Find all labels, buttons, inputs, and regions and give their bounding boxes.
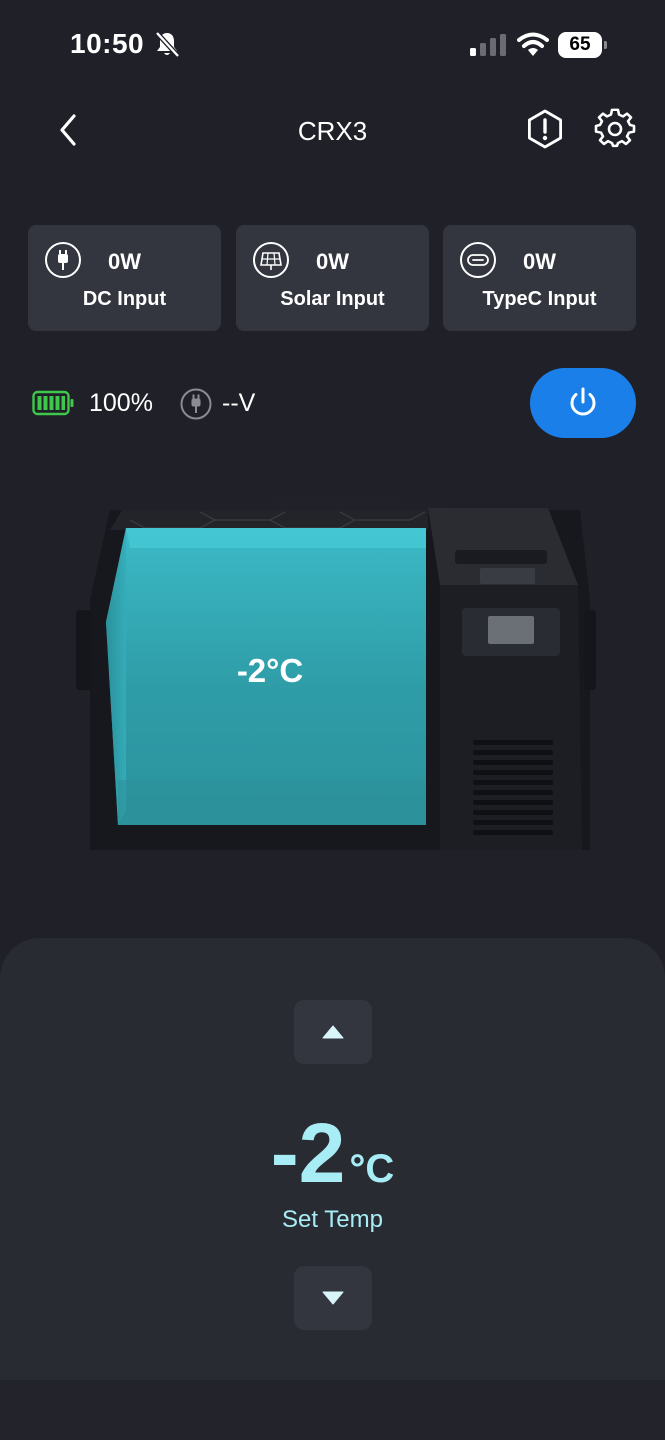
battery-percent: 100% <box>89 389 153 417</box>
battery-full-icon <box>32 390 74 416</box>
status-bar: 10:50 65 <box>0 0 665 90</box>
triangle-up-icon <box>322 1025 344 1039</box>
typec-input-label: TypeC Input <box>482 288 597 310</box>
voltage-value: --V <box>222 389 256 417</box>
cellular-signal-icon <box>470 34 506 56</box>
solar-input-label: Solar Input <box>280 288 385 310</box>
increase-temp-button[interactable] <box>294 1000 372 1064</box>
wifi-icon <box>517 32 549 56</box>
battery-status-icon: 65 <box>558 32 608 58</box>
fridge-current-temp: -2°C <box>236 652 304 689</box>
gear-icon[interactable] <box>594 108 636 150</box>
set-temp-display: -2 °C <box>0 1105 665 1202</box>
decrease-temp-button[interactable] <box>294 1266 372 1330</box>
set-temp-unit: °C <box>349 1147 395 1191</box>
power-icon <box>570 387 596 416</box>
power-button[interactable] <box>530 368 636 438</box>
battery-status-level: 65 <box>558 32 602 58</box>
panel-footer <box>0 1380 665 1440</box>
dc-input-label: DC Input <box>82 288 167 310</box>
set-temp-label: Set Temp <box>282 1206 383 1233</box>
solar-input-card: 0W Solar Input <box>236 225 429 331</box>
status-time: 10:50 <box>70 28 145 59</box>
header: CRX3 <box>0 96 665 166</box>
set-temp-value: -2 <box>270 1106 346 1200</box>
plug-icon <box>180 388 212 420</box>
triangle-down-icon <box>322 1291 344 1305</box>
solar-input-watts: 0W <box>316 249 349 274</box>
bell-muted-icon <box>155 31 180 58</box>
dc-input-card: 0W DC Input <box>28 225 221 331</box>
alert-icon[interactable] <box>524 108 566 150</box>
typec-input-card: 0W TypeC Input <box>443 225 636 331</box>
dc-input-watts: 0W <box>108 249 141 274</box>
typec-input-watts: 0W <box>523 249 556 274</box>
